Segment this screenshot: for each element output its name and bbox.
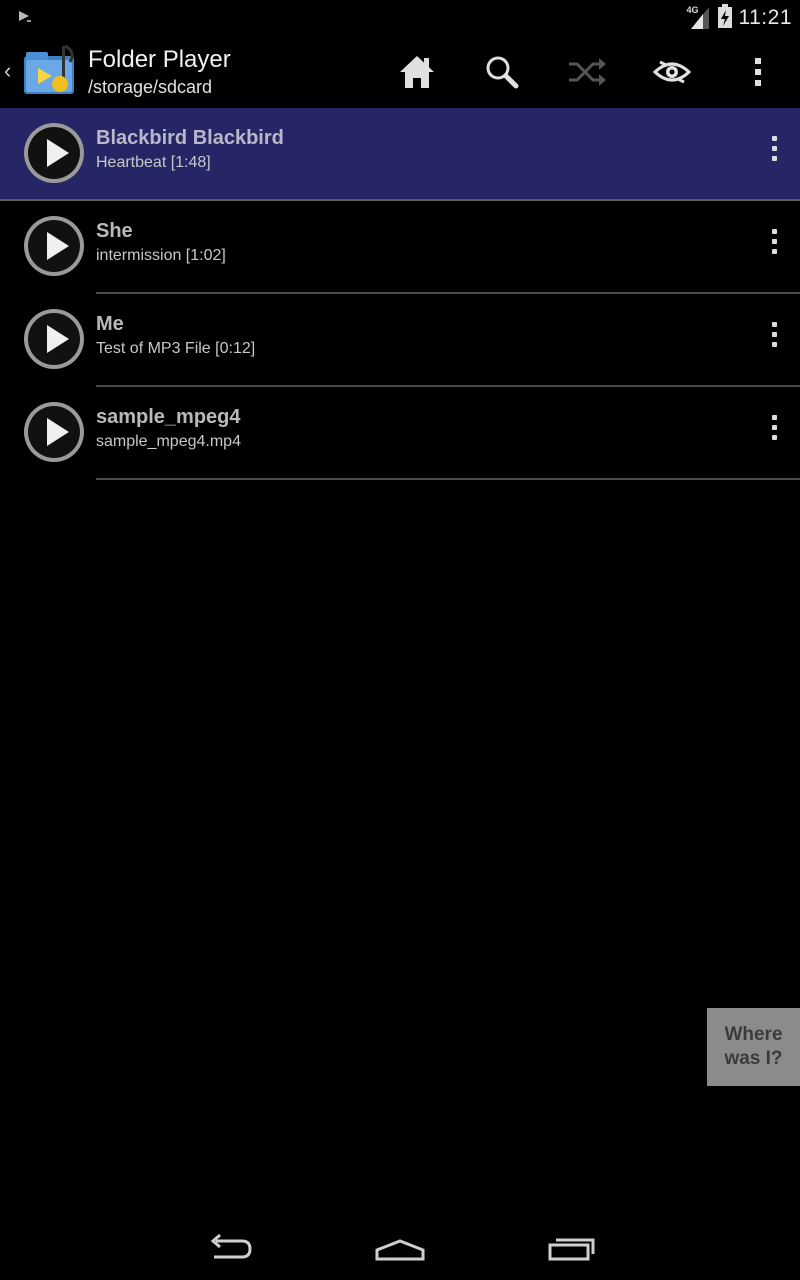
eye-repeat-icon bbox=[652, 60, 692, 84]
track-subtitle: intermission [1:02] bbox=[96, 247, 226, 264]
overflow-menu-icon bbox=[755, 58, 761, 86]
back-icon bbox=[210, 1233, 252, 1259]
shuffle-icon bbox=[569, 58, 606, 86]
search-button[interactable] bbox=[478, 48, 526, 96]
back-button[interactable] bbox=[200, 1228, 260, 1268]
track-title: Me bbox=[96, 313, 124, 335]
up-caret-icon[interactable]: ‹ bbox=[4, 58, 11, 84]
track-subtitle: Heartbeat [1:48] bbox=[96, 154, 211, 171]
track-title: Blackbird Blackbird bbox=[96, 127, 284, 149]
track-row[interactable]: Blackbird Blackbird Heartbeat [1:48] bbox=[0, 108, 800, 201]
status-bar: 4G 11:21 bbox=[0, 0, 800, 36]
track-title: She bbox=[96, 220, 133, 242]
track-overflow-icon[interactable] bbox=[762, 223, 786, 259]
where-was-i-label-line2: was I? bbox=[724, 1048, 783, 1069]
track-subtitle: Test of MP3 File [0:12] bbox=[96, 340, 256, 357]
play-icon[interactable] bbox=[22, 307, 86, 371]
repeat-view-button[interactable] bbox=[648, 48, 696, 96]
track-row[interactable]: She intermission [1:02] bbox=[0, 201, 800, 294]
signal-icon: 4G bbox=[687, 5, 711, 31]
track-overflow-icon[interactable] bbox=[762, 316, 786, 352]
recents-icon bbox=[548, 1238, 595, 1261]
track-row[interactable]: Me Test of MP3 File [0:12] bbox=[0, 294, 800, 387]
track-row[interactable]: sample_mpeg4 sample_mpeg4.mp4 bbox=[0, 387, 800, 480]
where-was-i-button[interactable]: Where was I? bbox=[707, 1008, 800, 1086]
play-icon[interactable] bbox=[22, 400, 86, 464]
folder-player-logo[interactable] bbox=[18, 42, 82, 100]
app-title: Folder Player bbox=[88, 46, 231, 73]
shuffle-button[interactable] bbox=[563, 48, 611, 96]
track-title: sample_mpeg4 bbox=[96, 406, 241, 428]
track-list: Blackbird Blackbird Heartbeat [1:48] She… bbox=[0, 108, 800, 480]
track-overflow-icon[interactable] bbox=[762, 130, 786, 166]
home-nav-icon bbox=[375, 1239, 425, 1261]
navigation-bar bbox=[0, 1216, 800, 1280]
overflow-menu-button[interactable] bbox=[734, 48, 782, 96]
search-icon bbox=[486, 56, 519, 89]
battery-charging-icon bbox=[717, 3, 733, 34]
divider bbox=[96, 478, 800, 480]
track-subtitle: sample_mpeg4.mp4 bbox=[96, 433, 241, 450]
home-icon bbox=[400, 56, 434, 88]
play-icon[interactable] bbox=[22, 214, 86, 278]
play-icon[interactable] bbox=[22, 121, 86, 185]
home-button[interactable] bbox=[393, 48, 441, 96]
recents-button[interactable] bbox=[541, 1228, 601, 1268]
current-path: /storage/sdcard bbox=[88, 77, 213, 97]
where-was-i-label-line1: Where bbox=[724, 1024, 783, 1045]
screen: 4G 11:21 ‹ Folder Player /storage/sdcard… bbox=[0, 0, 800, 1280]
track-overflow-icon[interactable] bbox=[762, 409, 786, 445]
home-nav-button[interactable] bbox=[370, 1228, 430, 1268]
action-bar: ‹ Folder Player /storage/sdcard bbox=[0, 36, 800, 108]
clock: 11:21 bbox=[738, 6, 792, 29]
play-store-icon bbox=[18, 10, 32, 29]
